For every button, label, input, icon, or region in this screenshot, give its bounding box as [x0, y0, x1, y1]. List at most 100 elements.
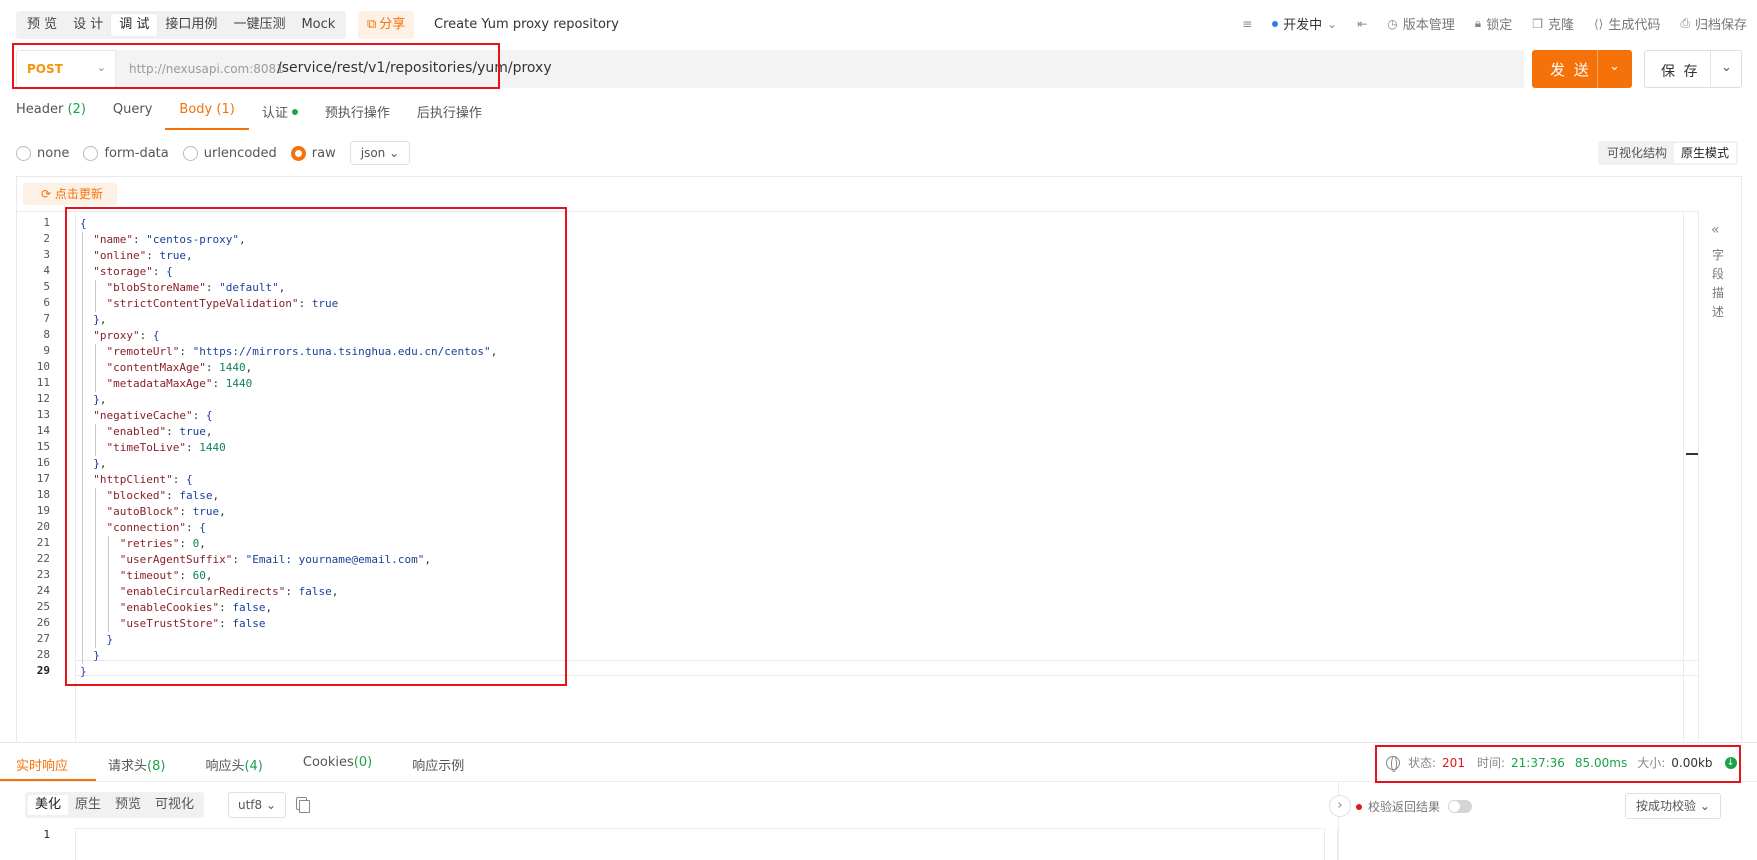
tab-label: Cookies [302, 755, 354, 770]
mode-preview[interactable]: 预 览 [19, 14, 65, 36]
mode-debug[interactable]: 调 试 [111, 14, 158, 36]
lock-icon: 🔒︎ [1474, 16, 1482, 30]
code-line: "retries": 0, [119, 537, 206, 550]
copy-icon[interactable] [296, 797, 310, 813]
line-number: 6 [43, 296, 50, 309]
code-line: "blobStoreName": "default", [106, 281, 286, 294]
tab-header[interactable]: Header (2) [16, 96, 86, 130]
indent-guide [82, 232, 83, 664]
line-number: 1 [43, 216, 50, 229]
line-number: 25 [36, 600, 50, 613]
mode-test-cases[interactable]: 接口用例 [157, 14, 225, 36]
validate-response-toggle[interactable]: 校验返回结果 [1356, 798, 1473, 815]
response-tabs: 实时响应 请求头(8) 响应头(4) Cookies(0) 响应示例 [0, 743, 504, 781]
mode-mock[interactable]: Mock [293, 14, 343, 36]
tab-request-headers[interactable]: 请求头(8) [108, 743, 165, 781]
mode-load-test[interactable]: 一键压测 [225, 14, 293, 36]
view-raw-mode[interactable]: 原生模式 [1674, 143, 1737, 163]
chevron-down-icon: ⌄ [96, 61, 106, 74]
download-icon[interactable]: ↓ [1724, 756, 1737, 769]
line-number: 3 [43, 248, 50, 261]
view-visual-structure[interactable]: 可视化结构 [1600, 143, 1674, 163]
line-number: 21 [36, 536, 50, 549]
body-type-form-data[interactable]: form-data [83, 145, 169, 161]
scroll-marker [1686, 453, 1698, 455]
chevron-right-icon[interactable]: › [1329, 795, 1351, 817]
body-type-raw[interactable]: raw [290, 145, 336, 161]
globe-icon [1386, 755, 1400, 772]
click-update-button[interactable]: ⟳ 点击更新 [23, 183, 117, 205]
response-scrollbar[interactable] [1324, 828, 1338, 860]
tab-body[interactable]: Body (1) [165, 96, 250, 130]
tab-query[interactable]: Query [113, 96, 153, 130]
tab-response-headers[interactable]: 响应头(4) [205, 743, 262, 781]
share-label: 分享 [379, 17, 406, 32]
save-button[interactable]: 保 存 ⌄ [1644, 50, 1742, 88]
body-type-urlencoded[interactable]: urlencoded [182, 145, 277, 161]
method-select[interactable]: POST ⌄ [16, 50, 116, 88]
tab-pre-request[interactable]: 预执行操作 [325, 96, 390, 130]
code-line: }, [93, 313, 107, 326]
tab-count: (0) [353, 755, 373, 770]
code-line: "enableCircularRedirects": false, [119, 585, 339, 598]
tab-post-request[interactable]: 后执行操作 [417, 96, 482, 130]
edit-doc-icon[interactable]: ≡ [1242, 17, 1252, 31]
version-management-button[interactable]: ◷ 版本管理 [1387, 14, 1455, 34]
view-beautify[interactable]: 美化 [28, 795, 69, 815]
line-number: 2 [43, 232, 50, 245]
url-path-input[interactable]: /service/rest/v1/repositories/yum/proxy [277, 60, 552, 76]
status-label: 状态: [1408, 756, 1437, 770]
line-number: 12 [36, 392, 50, 405]
line-number: 15 [36, 440, 50, 453]
code-line: "timeToLive": 1440 [106, 441, 226, 454]
share-button[interactable]: ⧉ 分享 [358, 11, 415, 39]
json-code-editor[interactable]: { "name": "centos-proxy", "online": true… [76, 212, 1686, 678]
line-number: 9 [43, 344, 50, 357]
api-title[interactable]: Create Yum proxy repository [434, 17, 619, 32]
mode-design[interactable]: 设 计 [65, 14, 111, 36]
double-chevron-left-icon[interactable]: « [1711, 222, 1720, 238]
tab-live-response[interactable]: 实时响应 [0, 743, 97, 781]
clone-button[interactable]: ❐ 克隆 [1532, 14, 1574, 34]
collapse-panel-icon[interactable]: ⇤ [1357, 17, 1367, 31]
tab-cookies[interactable]: Cookies(0) [303, 743, 372, 781]
indent-guide [95, 424, 97, 456]
divider [1338, 782, 1339, 860]
view-preview[interactable]: 预览 [108, 795, 148, 815]
validation-mode-select[interactable]: 按成功校验 ⌄ [1625, 793, 1721, 819]
code-icon: ⟨⟩ [1593, 16, 1604, 31]
response-view-tools: 美化 原生 预览 可视化 [25, 792, 205, 818]
tab-label: 实时响应 [16, 759, 69, 774]
time-label: 时间: [1476, 756, 1505, 770]
chevron-down-icon[interactable]: ⌄ [1609, 59, 1620, 74]
editor-scrollbar[interactable] [1683, 212, 1697, 742]
encoding-select[interactable]: utf8 ⌄ [228, 792, 287, 818]
tab-count: (4) [244, 759, 263, 774]
line-number: 24 [36, 584, 50, 597]
send-button[interactable]: 发 送 ⌄ [1532, 50, 1632, 88]
view-visualize[interactable]: 可视化 [148, 795, 201, 815]
request-tabs: Header (2) Query Body (1) 认证 预执行操作 后执行操作 [16, 96, 509, 130]
status-dot-icon [1356, 803, 1362, 810]
body-type-none[interactable]: none [16, 145, 69, 161]
refresh-icon: ⟳ [41, 187, 55, 201]
format-select[interactable]: json ⌄ [349, 141, 411, 165]
view-raw[interactable]: 原生 [68, 795, 108, 815]
top-toolbar: 预 览 设 计 调 试 接口用例 一键压测 Mock ⧉ 分享 Create Yu… [0, 0, 1757, 46]
lock-button[interactable]: 🔒︎ 锁定 [1475, 14, 1512, 33]
tab-count: (2) [67, 102, 86, 117]
radio-selected-icon [290, 145, 306, 161]
tab-label: 认证 [261, 106, 288, 121]
generate-code-button[interactable]: ⟨⟩ 生成代码 [1593, 14, 1660, 34]
chevron-down-icon[interactable]: ⌄ [1721, 60, 1732, 75]
archive-save-button[interactable]: ⎙ 归档保存 [1680, 14, 1747, 33]
format-label: json [360, 146, 386, 160]
lock-label: 锁定 [1486, 18, 1513, 33]
line-number: 5 [43, 280, 50, 293]
tab-response-examples[interactable]: 响应示例 [412, 743, 464, 781]
option-label: urlencoded [203, 145, 277, 161]
toggle-switch[interactable] [1448, 800, 1473, 813]
divider [75, 828, 76, 860]
environment-select[interactable]: 开发中 ⌄ [1272, 14, 1337, 33]
tab-auth[interactable]: 认证 [262, 96, 298, 130]
